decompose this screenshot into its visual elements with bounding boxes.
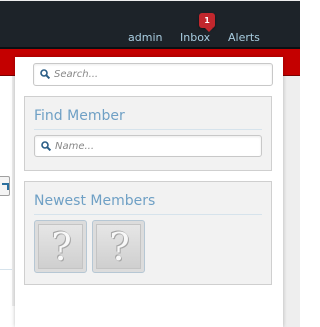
member-avatar[interactable]: ? (34, 220, 87, 273)
find-member-title: Find Member (34, 108, 125, 124)
external-link-icon[interactable] (0, 176, 10, 196)
avatar-question-glyph: ? (109, 225, 130, 269)
newest-members-block: Newest Members ? ? (24, 181, 272, 285)
nav-inbox-link[interactable]: Inbox (180, 32, 210, 44)
sidebar-search-field[interactable] (33, 63, 273, 86)
block-title-rule (34, 214, 262, 215)
search-icon (40, 69, 50, 79)
main-content-edge (0, 76, 12, 306)
avatar-placeholder-icon: ? (38, 224, 83, 269)
content-divider (0, 269, 12, 270)
right-page-gutter (283, 76, 300, 327)
find-member-block: Find Member (24, 96, 272, 171)
top-navigation-bar: admin Inbox 1 Alerts (0, 0, 300, 49)
newest-members-title: Newest Members (34, 193, 156, 209)
badge-pointer-icon (205, 28, 213, 32)
search-icon (41, 141, 51, 151)
nav-alerts-link[interactable]: Alerts (228, 32, 260, 44)
avatar-question-glyph: ? (51, 225, 72, 269)
search-input[interactable] (54, 67, 254, 82)
inbox-count-badge: 1 (199, 13, 215, 28)
find-member-field[interactable] (34, 135, 262, 157)
member-avatar[interactable]: ? (92, 220, 145, 273)
nav-admin-link[interactable]: admin (128, 32, 162, 44)
block-title-rule (34, 129, 262, 130)
avatar-placeholder-icon: ? (96, 224, 141, 269)
member-name-input[interactable] (55, 139, 255, 154)
